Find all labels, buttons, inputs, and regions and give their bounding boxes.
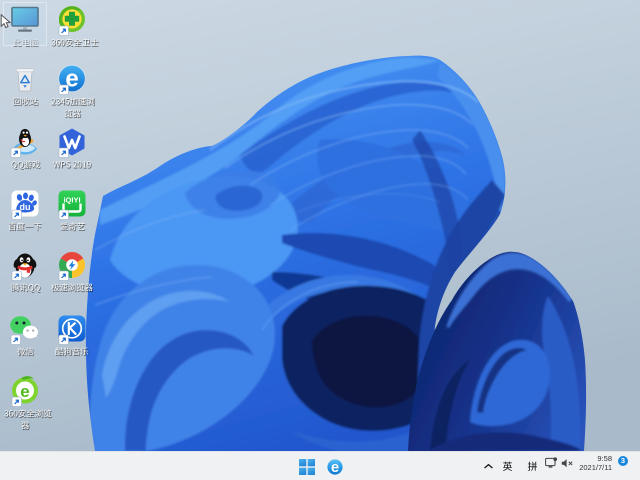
svg-text:iQIYI: iQIYI bbox=[63, 196, 80, 205]
svg-text:e: e bbox=[331, 459, 339, 475]
